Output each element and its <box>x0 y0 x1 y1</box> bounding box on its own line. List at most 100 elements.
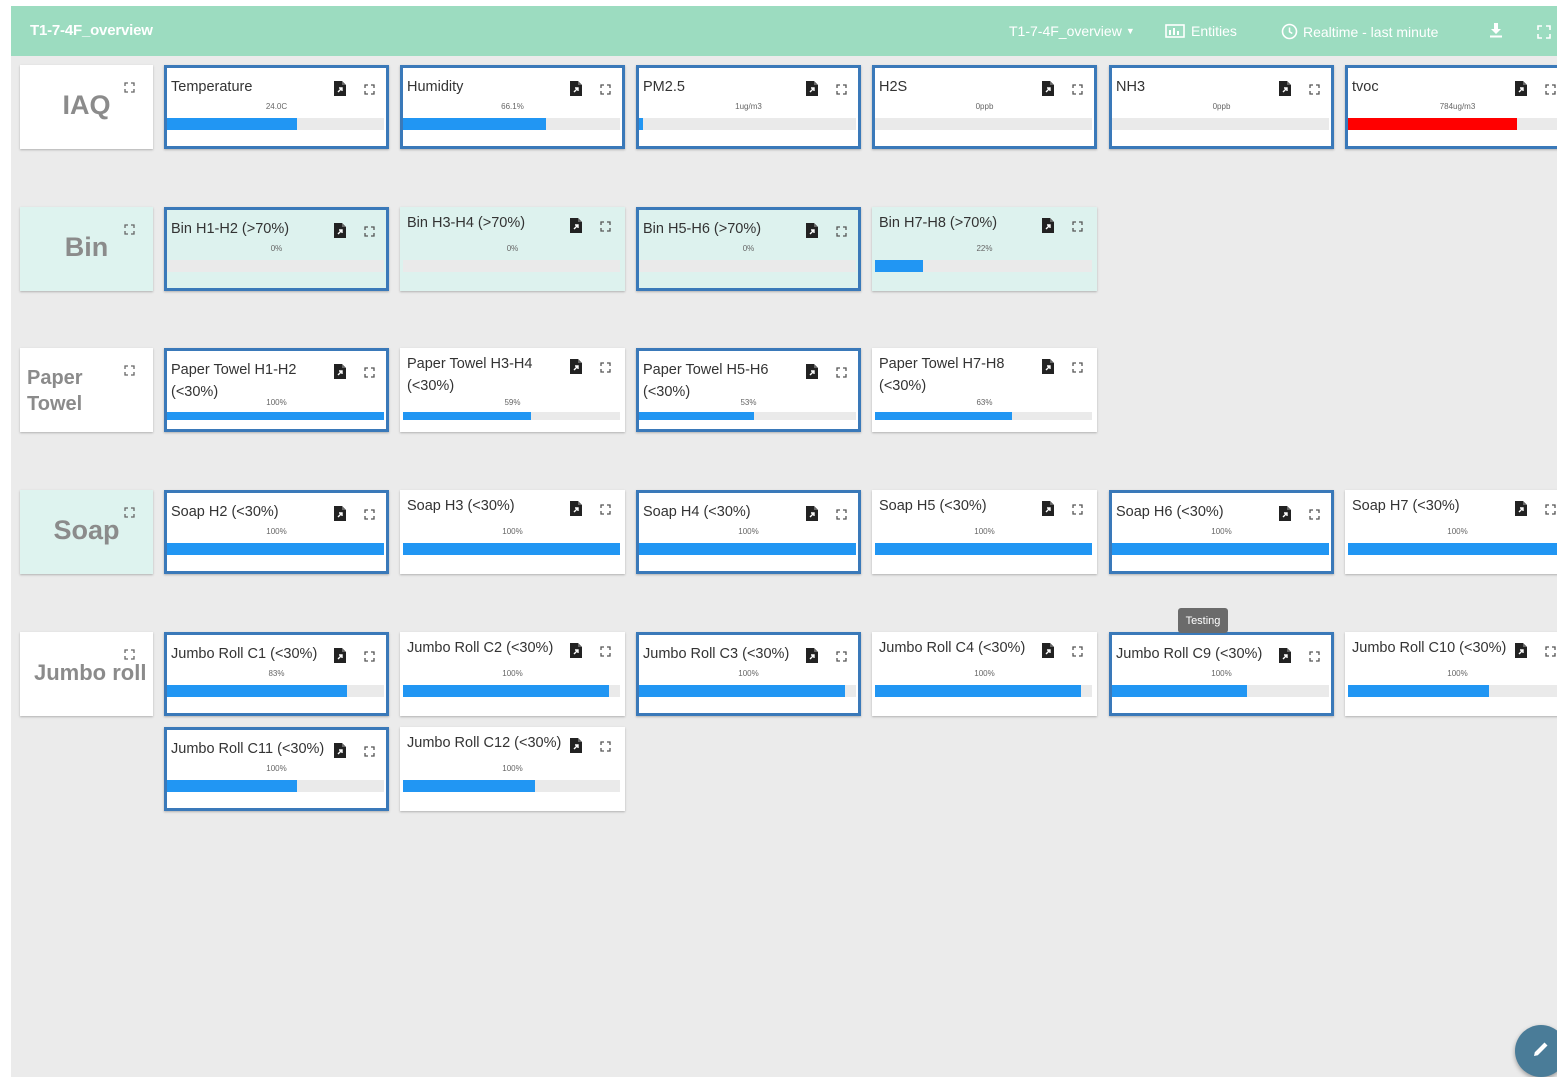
edit-dashboard-button[interactable] <box>1515 1025 1557 1077</box>
fullscreen-icon[interactable] <box>836 84 847 95</box>
document-export-icon[interactable] <box>570 81 582 96</box>
document-export-icon[interactable] <box>1515 643 1527 658</box>
fullscreen-icon[interactable] <box>600 741 611 752</box>
widget-card[interactable]: Jumbo Roll C4 (<30%) 100% <box>872 632 1097 716</box>
document-export-icon[interactable] <box>1042 643 1054 658</box>
widget-card[interactable]: Paper Towel H7-H8 (<30%) 63% <box>872 348 1097 432</box>
progress-bar <box>1348 685 1557 697</box>
fullscreen-icon[interactable] <box>600 221 611 232</box>
fullscreen-icon[interactable] <box>600 504 611 515</box>
widget-card[interactable]: Jumbo Roll C11 (<30%) 100% <box>164 727 389 811</box>
document-export-icon[interactable] <box>1515 501 1527 516</box>
fullscreen-button[interactable] <box>1537 25 1551 39</box>
fullscreen-icon[interactable] <box>1072 221 1083 232</box>
widget-card[interactable]: Paper Towel H3-H4 (<30%) 59% <box>400 348 625 432</box>
fullscreen-icon[interactable] <box>1309 84 1320 95</box>
document-export-icon[interactable] <box>806 364 818 379</box>
entities-button[interactable]: Entities <box>1165 23 1237 39</box>
fullscreen-icon[interactable] <box>600 84 611 95</box>
fullscreen-icon[interactable] <box>364 509 375 520</box>
fullscreen-icon[interactable] <box>1072 504 1083 515</box>
widget-card[interactable]: Jumbo Roll C12 (<30%) 100% <box>400 727 625 811</box>
document-export-icon[interactable] <box>806 81 818 96</box>
fullscreen-icon[interactable] <box>1545 504 1556 515</box>
widget-card[interactable]: Jumbo Roll C9 (<30%) 100% <box>1109 632 1334 716</box>
widget-card[interactable]: Humidity 66.1% <box>400 65 625 149</box>
fullscreen-icon[interactable] <box>1545 84 1556 95</box>
document-export-icon[interactable] <box>334 743 346 758</box>
widget-card[interactable]: NH3 0ppb <box>1109 65 1334 149</box>
fullscreen-icon[interactable] <box>836 651 847 662</box>
fullscreen-icon[interactable] <box>1309 509 1320 520</box>
widget-card[interactable]: Soap H4 (<30%) 100% <box>636 490 861 574</box>
document-export-icon[interactable] <box>570 501 582 516</box>
fullscreen-icon[interactable] <box>364 84 375 95</box>
widget-card[interactable]: Temperature 24.0C <box>164 65 389 149</box>
fullscreen-icon[interactable] <box>364 746 375 757</box>
fullscreen-icon[interactable] <box>124 224 135 235</box>
document-export-icon[interactable] <box>1279 81 1291 96</box>
fullscreen-icon[interactable] <box>364 651 375 662</box>
widget-card[interactable]: Soap H6 (<30%) 100% <box>1109 490 1334 574</box>
widget-card[interactable]: Jumbo Roll C3 (<30%) 100% <box>636 632 861 716</box>
document-export-icon[interactable] <box>1279 506 1291 521</box>
fullscreen-icon[interactable] <box>600 362 611 373</box>
widget-card[interactable]: Bin H3-H4 (>70%) 0% <box>400 207 625 291</box>
fullscreen-icon[interactable] <box>1072 84 1083 95</box>
tooltip: Testing <box>1178 608 1228 633</box>
widget-card[interactable]: Jumbo Roll C1 (<30%) 83% <box>164 632 389 716</box>
document-export-icon[interactable] <box>806 648 818 663</box>
document-export-icon[interactable] <box>334 648 346 663</box>
document-export-icon[interactable] <box>334 81 346 96</box>
progress-bar-fill <box>403 118 547 130</box>
fullscreen-icon[interactable] <box>124 507 135 518</box>
fullscreen-icon[interactable] <box>124 649 135 660</box>
document-export-icon[interactable] <box>806 223 818 238</box>
fullscreen-icon[interactable] <box>1545 646 1556 657</box>
fullscreen-icon[interactable] <box>364 226 375 237</box>
document-export-icon[interactable] <box>1042 501 1054 516</box>
widget-card[interactable]: Jumbo Roll C2 (<30%) 100% <box>400 632 625 716</box>
row-label: Soap <box>53 515 120 545</box>
fullscreen-icon[interactable] <box>836 226 847 237</box>
fullscreen-icon[interactable] <box>836 509 847 520</box>
document-export-icon[interactable] <box>570 359 582 374</box>
fullscreen-icon[interactable] <box>1072 646 1083 657</box>
fullscreen-icon[interactable] <box>1072 362 1083 373</box>
widget-card[interactable]: Jumbo Roll C10 (<30%) 100% <box>1345 632 1557 716</box>
widget-card[interactable]: Soap H5 (<30%) 100% <box>872 490 1097 574</box>
widget-card[interactable]: PM2.5 1ug/m3 <box>636 65 861 149</box>
fullscreen-icon[interactable] <box>1309 651 1320 662</box>
widget-card[interactable]: Bin H7-H8 (>70%) 22% <box>872 207 1097 291</box>
fullscreen-icon[interactable] <box>364 367 375 378</box>
document-export-icon[interactable] <box>334 223 346 238</box>
document-export-icon[interactable] <box>334 364 346 379</box>
fullscreen-icon[interactable] <box>124 365 135 376</box>
document-export-icon[interactable] <box>1042 359 1054 374</box>
timewindow-button[interactable]: Realtime - last minute <box>1281 23 1438 40</box>
document-export-icon[interactable] <box>1042 81 1054 96</box>
widget-card[interactable]: Bin H1-H2 (>70%) 0% <box>164 207 389 291</box>
download-button[interactable] <box>1489 22 1503 38</box>
document-export-icon[interactable] <box>1279 648 1291 663</box>
widget-card[interactable]: Soap H2 (<30%) 100% <box>164 490 389 574</box>
widget-card[interactable]: Bin H5-H6 (>70%) 0% <box>636 207 861 291</box>
document-export-icon[interactable] <box>1042 218 1054 233</box>
widget-card[interactable]: H2S 0ppb <box>872 65 1097 149</box>
fullscreen-icon[interactable] <box>836 367 847 378</box>
widget-card[interactable]: Soap H3 (<30%) 100% <box>400 490 625 574</box>
document-export-icon[interactable] <box>334 506 346 521</box>
document-export-icon[interactable] <box>806 506 818 521</box>
document-export-icon[interactable] <box>570 738 582 753</box>
widget-card[interactable]: Paper Towel H5-H6 (<30%) 53% <box>636 348 861 432</box>
widget-value: 100% <box>266 398 287 407</box>
document-export-icon[interactable] <box>1515 81 1527 96</box>
fullscreen-icon[interactable] <box>600 646 611 657</box>
dashboard-select[interactable]: T1-7-4F_overview ▼ <box>1009 23 1135 39</box>
document-export-icon[interactable] <box>570 218 582 233</box>
fullscreen-icon[interactable] <box>124 82 135 93</box>
document-export-icon[interactable] <box>570 643 582 658</box>
widget-card[interactable]: tvoc 784ug/m3 <box>1345 65 1557 149</box>
widget-card[interactable]: Paper Towel H1-H2 (<30%) 100% <box>164 348 389 432</box>
widget-card[interactable]: Soap H7 (<30%) 100% <box>1345 490 1557 574</box>
